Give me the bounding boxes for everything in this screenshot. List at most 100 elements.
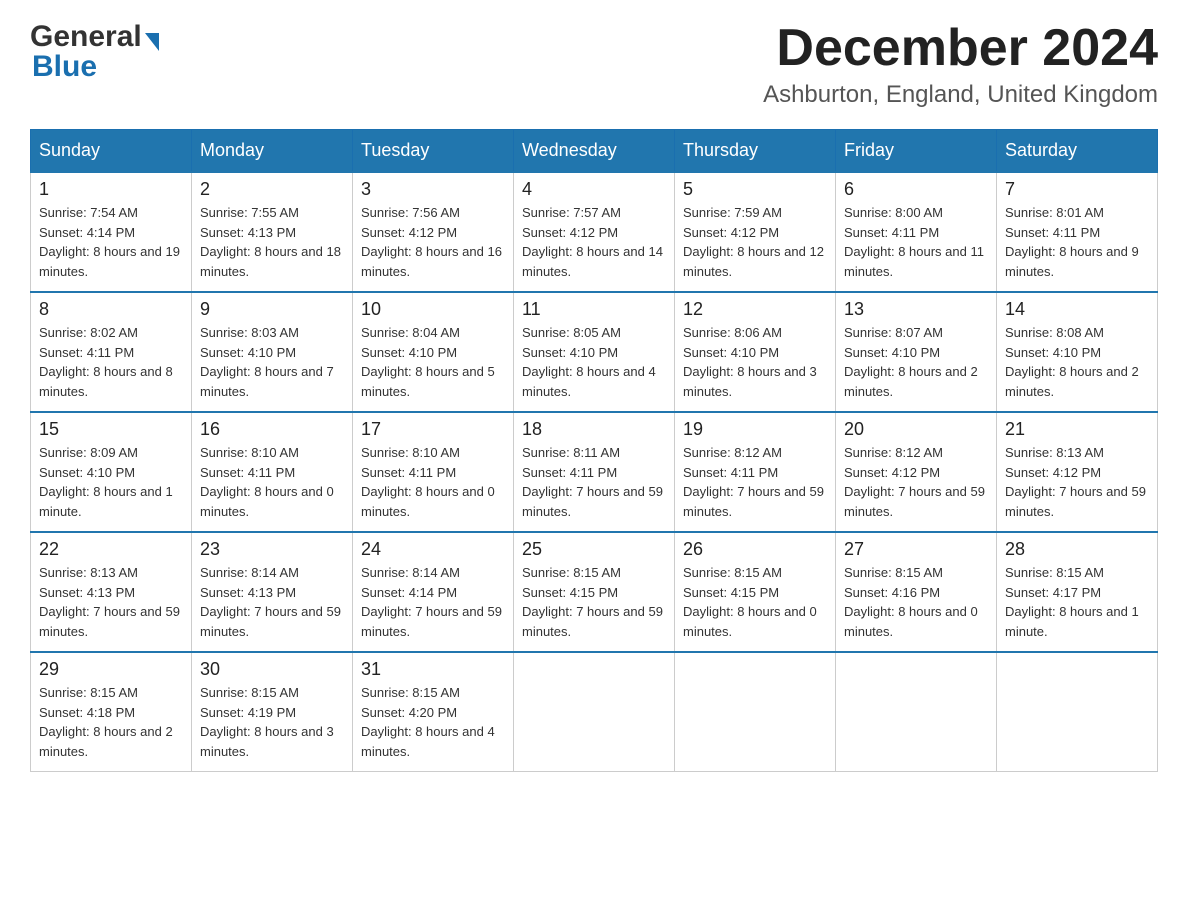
calendar-cell: 11 Sunrise: 8:05 AMSunset: 4:10 PMDayligh… (514, 292, 675, 412)
calendar-table: SundayMondayTuesdayWednesdayThursdayFrid… (30, 129, 1158, 772)
day-number: 11 (522, 299, 666, 320)
day-info: Sunrise: 8:14 AMSunset: 4:13 PMDaylight:… (200, 563, 344, 641)
day-info: Sunrise: 8:14 AMSunset: 4:14 PMDaylight:… (361, 563, 505, 641)
day-info: Sunrise: 7:57 AMSunset: 4:12 PMDaylight:… (522, 203, 666, 281)
calendar-cell: 8 Sunrise: 8:02 AMSunset: 4:11 PMDaylight… (31, 292, 192, 412)
calendar-cell: 22 Sunrise: 8:13 AMSunset: 4:13 PMDayligh… (31, 532, 192, 652)
day-number: 27 (844, 539, 988, 560)
day-number: 12 (683, 299, 827, 320)
day-number: 14 (1005, 299, 1149, 320)
calendar-cell: 28 Sunrise: 8:15 AMSunset: 4:17 PMDayligh… (997, 532, 1158, 652)
day-info: Sunrise: 8:05 AMSunset: 4:10 PMDaylight:… (522, 323, 666, 401)
day-number: 28 (1005, 539, 1149, 560)
day-info: Sunrise: 7:59 AMSunset: 4:12 PMDaylight:… (683, 203, 827, 281)
calendar-cell: 13 Sunrise: 8:07 AMSunset: 4:10 PMDayligh… (836, 292, 997, 412)
day-info: Sunrise: 8:07 AMSunset: 4:10 PMDaylight:… (844, 323, 988, 401)
day-info: Sunrise: 8:11 AMSunset: 4:11 PMDaylight:… (522, 443, 666, 521)
calendar-cell: 2Sunrise: 7:55 AMSunset: 4:13 PMDaylight… (192, 172, 353, 292)
calendar-cell: 10 Sunrise: 8:04 AMSunset: 4:10 PMDayligh… (353, 292, 514, 412)
calendar-cell: 16 Sunrise: 8:10 AMSunset: 4:11 PMDayligh… (192, 412, 353, 532)
day-number: 19 (683, 419, 827, 440)
week-row-3: 15Sunrise: 8:09 AMSunset: 4:10 PMDayligh… (31, 412, 1158, 532)
calendar-cell: 20Sunrise: 8:12 AMSunset: 4:12 PMDayligh… (836, 412, 997, 532)
day-info: Sunrise: 8:04 AMSunset: 4:10 PMDaylight:… (361, 323, 505, 401)
calendar-cell: 31 Sunrise: 8:15 AMSunset: 4:20 PMDayligh… (353, 652, 514, 772)
week-row-4: 22 Sunrise: 8:13 AMSunset: 4:13 PMDayligh… (31, 532, 1158, 652)
calendar-cell: 14Sunrise: 8:08 AMSunset: 4:10 PMDayligh… (997, 292, 1158, 412)
day-info: Sunrise: 8:02 AMSunset: 4:11 PMDaylight:… (39, 323, 183, 401)
day-info: Sunrise: 8:15 AMSunset: 4:20 PMDaylight:… (361, 683, 505, 761)
calendar-cell: 24 Sunrise: 8:14 AMSunset: 4:14 PMDayligh… (353, 532, 514, 652)
calendar-cell: 6 Sunrise: 8:00 AMSunset: 4:11 PMDaylight… (836, 172, 997, 292)
calendar-cell: 9Sunrise: 8:03 AMSunset: 4:10 PMDaylight… (192, 292, 353, 412)
day-info: Sunrise: 8:03 AMSunset: 4:10 PMDaylight:… (200, 323, 344, 401)
logo-blue-text: Blue (30, 50, 159, 84)
day-info: Sunrise: 8:12 AMSunset: 4:11 PMDaylight:… (683, 443, 827, 521)
calendar-cell: 29 Sunrise: 8:15 AMSunset: 4:18 PMDayligh… (31, 652, 192, 772)
calendar-cell: 21Sunrise: 8:13 AMSunset: 4:12 PMDayligh… (997, 412, 1158, 532)
day-number: 16 (200, 419, 344, 440)
logo-general-text: General (30, 20, 142, 54)
day-info: Sunrise: 8:10 AMSunset: 4:11 PMDaylight:… (361, 443, 505, 521)
day-info: Sunrise: 8:00 AMSunset: 4:11 PMDaylight:… (844, 203, 988, 281)
day-info: Sunrise: 8:10 AMSunset: 4:11 PMDaylight:… (200, 443, 344, 521)
day-number: 29 (39, 659, 183, 680)
header-saturday: Saturday (997, 130, 1158, 173)
logo: General Blue (30, 20, 159, 84)
calendar-cell: 23 Sunrise: 8:14 AMSunset: 4:13 PMDayligh… (192, 532, 353, 652)
logo-triangle-icon (145, 33, 159, 51)
calendar-cell (514, 652, 675, 772)
title-area: December 2024 Ashburton, England, United… (763, 20, 1158, 109)
day-info: Sunrise: 8:13 AMSunset: 4:13 PMDaylight:… (39, 563, 183, 641)
day-number: 22 (39, 539, 183, 560)
day-info: Sunrise: 7:56 AMSunset: 4:12 PMDaylight:… (361, 203, 505, 281)
calendar-cell (675, 652, 836, 772)
week-row-5: 29 Sunrise: 8:15 AMSunset: 4:18 PMDayligh… (31, 652, 1158, 772)
day-info: Sunrise: 8:01 AMSunset: 4:11 PMDaylight:… (1005, 203, 1149, 281)
day-info: Sunrise: 8:15 AMSunset: 4:16 PMDaylight:… (844, 563, 988, 641)
day-info: Sunrise: 7:55 AMSunset: 4:13 PMDaylight:… (200, 203, 344, 281)
day-info: Sunrise: 8:15 AMSunset: 4:18 PMDaylight:… (39, 683, 183, 761)
day-number: 20 (844, 419, 988, 440)
calendar-cell: 1Sunrise: 7:54 AMSunset: 4:14 PMDaylight… (31, 172, 192, 292)
day-info: Sunrise: 8:09 AMSunset: 4:10 PMDaylight:… (39, 443, 183, 521)
day-info: Sunrise: 8:15 AMSunset: 4:17 PMDaylight:… (1005, 563, 1149, 641)
header-friday: Friday (836, 130, 997, 173)
header-thursday: Thursday (675, 130, 836, 173)
day-number: 30 (200, 659, 344, 680)
day-number: 4 (522, 179, 666, 200)
calendar-cell: 12 Sunrise: 8:06 AMSunset: 4:10 PMDayligh… (675, 292, 836, 412)
day-number: 26 (683, 539, 827, 560)
day-number: 18 (522, 419, 666, 440)
calendar-cell: 25Sunrise: 8:15 AMSunset: 4:15 PMDayligh… (514, 532, 675, 652)
calendar-cell: 5Sunrise: 7:59 AMSunset: 4:12 PMDaylight… (675, 172, 836, 292)
day-info: Sunrise: 7:54 AMSunset: 4:14 PMDaylight:… (39, 203, 183, 281)
week-row-2: 8 Sunrise: 8:02 AMSunset: 4:11 PMDaylight… (31, 292, 1158, 412)
calendar-cell: 30 Sunrise: 8:15 AMSunset: 4:19 PMDayligh… (192, 652, 353, 772)
calendar-cell: 26 Sunrise: 8:15 AMSunset: 4:15 PMDayligh… (675, 532, 836, 652)
day-number: 6 (844, 179, 988, 200)
day-number: 10 (361, 299, 505, 320)
calendar-cell: 17 Sunrise: 8:10 AMSunset: 4:11 PMDayligh… (353, 412, 514, 532)
day-number: 21 (1005, 419, 1149, 440)
week-row-1: 1Sunrise: 7:54 AMSunset: 4:14 PMDaylight… (31, 172, 1158, 292)
day-number: 17 (361, 419, 505, 440)
day-number: 31 (361, 659, 505, 680)
calendar-cell: 15Sunrise: 8:09 AMSunset: 4:10 PMDayligh… (31, 412, 192, 532)
day-number: 8 (39, 299, 183, 320)
calendar-cell: 19 Sunrise: 8:12 AMSunset: 4:11 PMDayligh… (675, 412, 836, 532)
month-title: December 2024 (763, 20, 1158, 77)
header-monday: Monday (192, 130, 353, 173)
calendar-cell (836, 652, 997, 772)
day-number: 24 (361, 539, 505, 560)
day-number: 7 (1005, 179, 1149, 200)
day-number: 23 (200, 539, 344, 560)
calendar-cell: 3Sunrise: 7:56 AMSunset: 4:12 PMDaylight… (353, 172, 514, 292)
day-info: Sunrise: 8:06 AMSunset: 4:10 PMDaylight:… (683, 323, 827, 401)
day-info: Sunrise: 8:15 AMSunset: 4:19 PMDaylight:… (200, 683, 344, 761)
day-number: 13 (844, 299, 988, 320)
calendar-cell: 27 Sunrise: 8:15 AMSunset: 4:16 PMDayligh… (836, 532, 997, 652)
header-sunday: Sunday (31, 130, 192, 173)
day-info: Sunrise: 8:15 AMSunset: 4:15 PMDaylight:… (683, 563, 827, 641)
day-number: 25 (522, 539, 666, 560)
